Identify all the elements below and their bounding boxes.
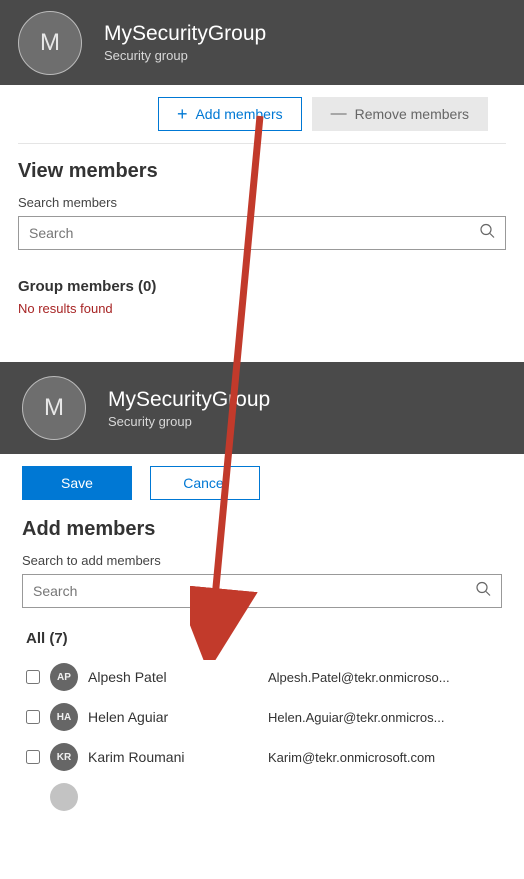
remove-members-button[interactable]: — Remove members xyxy=(312,97,488,131)
plus-icon: + xyxy=(177,105,188,123)
save-button[interactable]: Save xyxy=(22,466,132,500)
save-cancel-bar: Save Cancel xyxy=(22,454,502,512)
list-item[interactable]: AP Alpesh Patel Alpesh.Patel@tekr.onmicr… xyxy=(22,657,502,697)
search-add-input[interactable] xyxy=(23,575,501,607)
member-name: Karim Roumani xyxy=(88,749,258,765)
avatar: M xyxy=(22,376,86,440)
cancel-button[interactable]: Cancel xyxy=(150,466,260,500)
all-count-heading: All (7) xyxy=(26,630,502,647)
member-avatar: KR xyxy=(50,743,78,771)
list-item[interactable] xyxy=(22,777,502,817)
search-add-label: Search to add members xyxy=(22,553,502,568)
view-members-heading: View members xyxy=(18,160,506,183)
group-header: M MySecurityGroup Security group xyxy=(0,0,524,85)
group-members-count: Group members (0) xyxy=(18,278,506,295)
list-item[interactable]: HA Helen Aguiar Helen.Aguiar@tekr.onmicr… xyxy=(22,697,502,737)
list-item[interactable]: KR Karim Roumani Karim@tekr.onmicrosoft.… xyxy=(22,737,502,777)
no-results-text: No results found xyxy=(18,301,506,316)
action-bar: + Add members — Remove members xyxy=(18,85,506,144)
member-avatar xyxy=(50,783,78,811)
member-avatar: AP xyxy=(50,663,78,691)
member-avatar: HA xyxy=(50,703,78,731)
add-members-heading: Add members xyxy=(22,518,502,541)
add-members-label: Add members xyxy=(195,106,282,122)
member-email: Karim@tekr.onmicrosoft.com xyxy=(268,750,498,765)
member-checkbox[interactable] xyxy=(26,750,40,764)
search-members-input[interactable] xyxy=(19,217,505,249)
group-subtitle: Security group xyxy=(104,48,266,63)
search-icon xyxy=(479,223,495,244)
avatar: M xyxy=(18,11,82,75)
group-title: MySecurityGroup xyxy=(104,22,266,46)
group-title: MySecurityGroup xyxy=(108,388,270,412)
search-add-wrap xyxy=(22,574,502,608)
minus-icon: — xyxy=(331,106,347,122)
remove-members-label: Remove members xyxy=(355,106,469,122)
search-members-wrap xyxy=(18,216,506,250)
member-checkbox[interactable] xyxy=(26,710,40,724)
search-icon xyxy=(475,581,491,602)
add-members-button[interactable]: + Add members xyxy=(158,97,302,131)
member-name: Alpesh Patel xyxy=(88,669,258,685)
search-members-label: Search members xyxy=(18,195,506,210)
group-header: M MySecurityGroup Security group xyxy=(0,362,524,454)
member-name: Helen Aguiar xyxy=(88,709,258,725)
member-checkbox[interactable] xyxy=(26,670,40,684)
member-email: Alpesh.Patel@tekr.onmicroso... xyxy=(268,670,498,685)
group-subtitle: Security group xyxy=(108,414,270,429)
member-email: Helen.Aguiar@tekr.onmicros... xyxy=(268,710,498,725)
